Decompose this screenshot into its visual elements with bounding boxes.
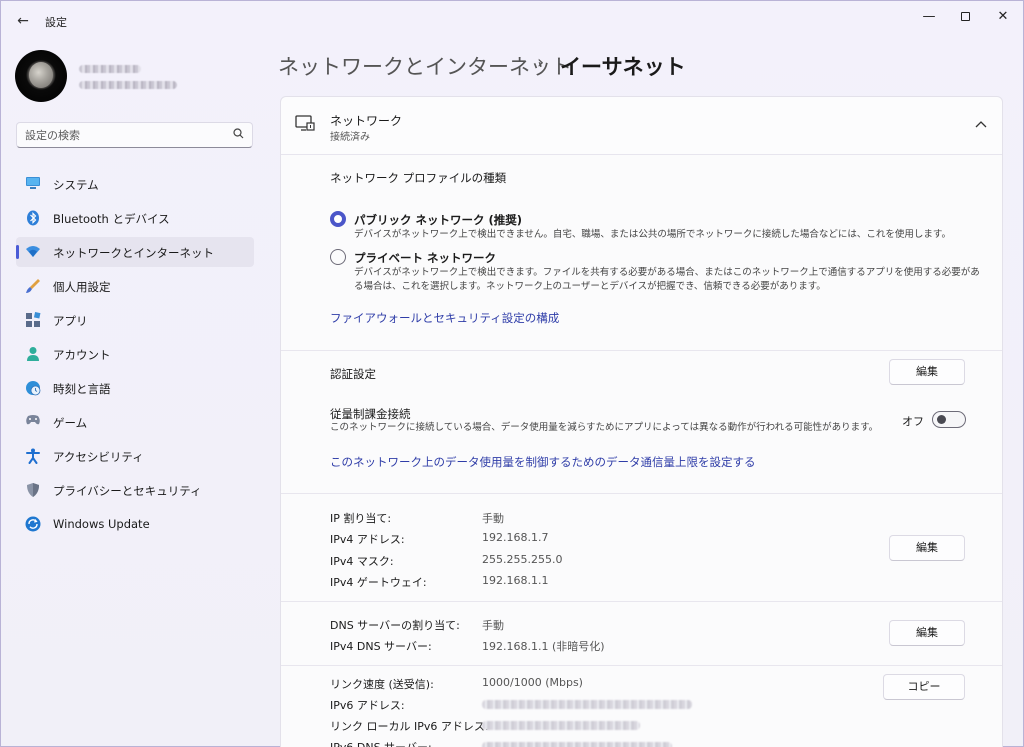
sidebar-item-label: ネットワークとインターネット <box>53 246 214 260</box>
sidebar-item-label: アクセシビリティ <box>53 450 144 464</box>
link-speed-value: 1000/1000 (Mbps) <box>482 676 583 689</box>
auth-settings-label: 認証設定 <box>330 367 376 381</box>
ip-edit-button[interactable]: 編集 <box>889 535 965 561</box>
clock-globe-icon <box>25 380 41 396</box>
settings-search-box[interactable] <box>16 122 253 148</box>
sidebar-item-label: ゲーム <box>53 416 88 430</box>
breadcrumb-separator: › <box>537 52 545 73</box>
sidebar-item-bluetooth[interactable]: Bluetooth とデバイス <box>16 203 254 233</box>
sidebar-item-time-language[interactable]: 時刻と言語 <box>16 373 254 403</box>
breadcrumb-parent[interactable]: ネットワークとインターネット <box>278 51 572 81</box>
sidebar-item-windows-update[interactable]: Windows Update <box>16 509 254 539</box>
auth-edit-button[interactable]: 編集 <box>889 359 965 385</box>
page-title: イーサネット <box>560 55 686 79</box>
person-icon <box>25 346 41 362</box>
wifi-icon <box>25 244 41 260</box>
dns-assignment-key: DNS サーバーの割り当て: <box>330 619 460 632</box>
accessibility-icon <box>25 448 41 464</box>
maximize-icon <box>960 12 970 21</box>
link-speed-key: リンク速度 (送受信): <box>330 678 434 691</box>
public-network-description: デバイスがネットワーク上で検出できません。自宅、職場、または公共の場所でネットワ… <box>354 229 951 240</box>
sidebar-item-label: 個人用設定 <box>53 280 111 294</box>
redacted-ipv6-dns <box>482 742 672 747</box>
minimize-button[interactable]: — <box>909 5 949 29</box>
network-card-header[interactable]: ネットワーク 接続済み <box>281 97 1002 155</box>
ipv6-address-key: IPv6 アドレス: <box>330 699 405 712</box>
dns-assignment-value: 手動 <box>482 619 504 632</box>
profile-type-heading: ネットワーク プロファイルの種類 <box>330 171 507 185</box>
monitor-icon <box>25 176 41 192</box>
app-title: 設定 <box>45 16 67 29</box>
avatar[interactable] <box>15 50 67 102</box>
ipv4-address-key: IPv4 アドレス: <box>330 533 405 546</box>
back-arrow-icon[interactable]: ← <box>13 11 33 31</box>
redacted-user-name <box>79 65 141 73</box>
divider <box>281 601 1002 602</box>
redacted-user-email <box>79 81 177 89</box>
sidebar-item-gaming[interactable]: ゲーム <box>16 407 254 437</box>
maximize-button[interactable] <box>945 5 985 29</box>
ipv6-dns-key: IPv6 DNS サーバー: <box>330 739 432 747</box>
private-network-radio[interactable] <box>330 249 346 265</box>
settings-window: ← 設定 — ✕ システム Bluetooth とデバイス ネットワークとインタ… <box>0 0 1024 747</box>
update-icon <box>25 516 41 532</box>
network-title: ネットワーク <box>330 114 403 128</box>
data-limit-link[interactable]: このネットワーク上のデータ使用量を制御するためのデータ通信量上限を設定する <box>330 454 756 470</box>
sidebar-item-label: プライバシーとセキュリティ <box>53 484 202 498</box>
redacted-link-local-ipv6 <box>482 721 640 730</box>
brush-icon <box>25 278 41 294</box>
apps-icon <box>25 312 41 328</box>
sidebar-item-apps[interactable]: アプリ <box>16 305 254 335</box>
search-icon[interactable] <box>233 128 244 142</box>
sidebar-item-label: アプリ <box>53 314 88 328</box>
shield-icon <box>25 482 41 498</box>
metered-connection-description: このネットワークに接続している場合、データ使用量を減らすためにアプリによっては異… <box>330 422 879 433</box>
ipv4-mask-key: IPv4 マスク: <box>330 555 394 568</box>
network-settings-card: ネットワーク 接続済み ネットワーク プロファイルの種類 パブリック ネットワー… <box>280 96 1003 747</box>
divider <box>281 493 1002 494</box>
dns-edit-button[interactable]: 編集 <box>889 620 965 646</box>
sidebar-item-accounts[interactable]: アカウント <box>16 339 254 369</box>
chevron-up-icon[interactable] <box>975 117 987 131</box>
sidebar-item-label: Bluetooth とデバイス <box>53 212 170 226</box>
redacted-ipv6-address <box>482 700 692 709</box>
sidebar-item-label: Windows Update <box>53 517 150 531</box>
private-network-label[interactable]: プライベート ネットワーク <box>354 250 496 266</box>
sidebar-item-personalization[interactable]: 個人用設定 <box>16 271 254 301</box>
sidebar-item-system[interactable]: システム <box>16 169 254 199</box>
ipv4-gateway-value: 192.168.1.1 <box>482 574 549 587</box>
sidebar-item-privacy[interactable]: プライバシーとセキュリティ <box>16 475 254 505</box>
metered-toggle-state: オフ <box>902 415 924 428</box>
search-input[interactable] <box>25 127 225 143</box>
sidebar-item-label: 時刻と言語 <box>53 382 111 396</box>
link-local-ipv6-key: リンク ローカル IPv6 アドレス: <box>330 720 489 733</box>
private-network-description: デバイスがネットワーク上で検出できます。ファイルを共有する必要がある場合、または… <box>354 267 980 292</box>
title-bar: ← 設定 — ✕ <box>1 1 1023 41</box>
metered-connection-toggle[interactable] <box>932 411 966 428</box>
ipv4-dns-key: IPv4 DNS サーバー: <box>330 640 432 653</box>
sidebar-item-label: アカウント <box>53 348 111 362</box>
gamepad-icon <box>25 414 41 430</box>
ipv4-gateway-key: IPv4 ゲートウェイ: <box>330 576 427 589</box>
ipv4-address-value: 192.168.1.7 <box>482 531 549 544</box>
firewall-settings-link[interactable]: ファイアウォールとセキュリティ設定の構成 <box>330 310 559 326</box>
bluetooth-icon <box>25 210 41 226</box>
divider <box>281 350 1002 351</box>
metered-connection-label: 従量制課金接続 <box>330 407 411 421</box>
ipv4-dns-value: 192.168.1.1 (非暗号化) <box>482 640 605 653</box>
ip-assignment-key: IP 割り当て: <box>330 512 392 525</box>
public-network-label[interactable]: パブリック ネットワーク (推奨) <box>354 212 522 228</box>
copy-button[interactable]: コピー <box>883 674 965 700</box>
sidebar-item-label: システム <box>53 178 99 192</box>
ip-assignment-value: 手動 <box>482 512 504 525</box>
divider <box>281 665 1002 666</box>
ipv4-mask-value: 255.255.255.0 <box>482 553 563 566</box>
ethernet-monitor-icon <box>295 115 315 133</box>
sidebar-item-accessibility[interactable]: アクセシビリティ <box>16 441 254 471</box>
connection-status: 接続済み <box>330 132 370 143</box>
sidebar-item-network[interactable]: ネットワークとインターネット <box>16 237 254 267</box>
close-button[interactable]: ✕ <box>983 5 1023 29</box>
public-network-radio[interactable] <box>330 211 346 227</box>
